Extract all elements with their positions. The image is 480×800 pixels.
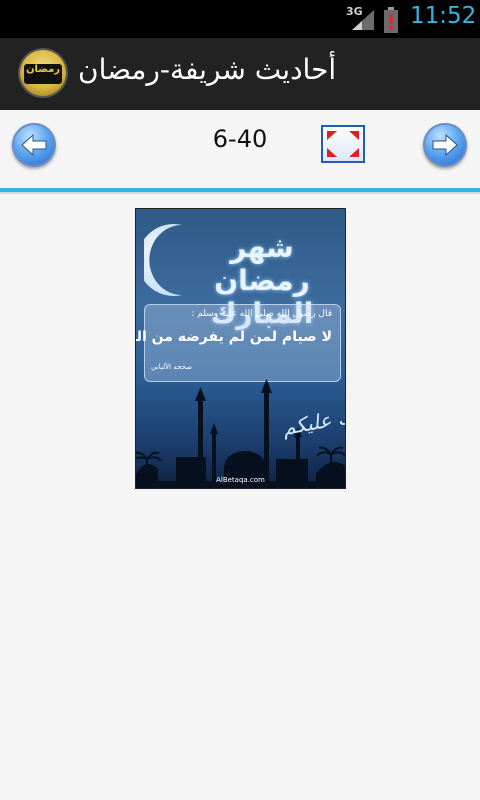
fullscreen-icon <box>327 131 359 157</box>
app-title: أحاديث شريفة-رمضان <box>78 53 337 86</box>
status-bar: 3G 11:52 <box>0 0 480 38</box>
arrow-left-icon <box>21 133 47 157</box>
battery-icon <box>384 7 398 33</box>
hadith-card-image: شهر رمضان المبارك قال رسول الله صلى الله… <box>135 208 346 489</box>
toolbar-divider-shadow <box>0 192 480 194</box>
hadith-text: لا صيام لمن لم يفرضه من الليل <box>136 329 332 345</box>
status-clock: 11:52 <box>410 3 477 29</box>
navigation-toolbar: 6-40 <box>0 110 480 188</box>
hadith-intro: قال رسول الله صلى الله عليه وسلم : <box>191 309 332 319</box>
app-logo[interactable]: رمضان <box>20 50 66 96</box>
hadith-panel: قال رسول الله صلى الله عليه وسلم : لا صي… <box>136 304 341 382</box>
ramadan-calligraphy: شهر رمضان المبارك <box>210 231 315 330</box>
arrow-right-icon <box>432 133 458 157</box>
signal-icon <box>352 10 374 30</box>
page-counter: 6-40 <box>212 125 268 153</box>
next-button[interactable] <box>423 123 467 167</box>
previous-button[interactable] <box>12 123 56 167</box>
fullscreen-button[interactable] <box>321 125 365 163</box>
hadith-source: صححه الألباني <box>151 363 193 371</box>
logo-text: رمضان <box>25 64 61 75</box>
website-label: AlBetaqa.com <box>216 476 265 484</box>
action-bar: رمضان أحاديث شريفة-رمضان <box>0 38 480 110</box>
